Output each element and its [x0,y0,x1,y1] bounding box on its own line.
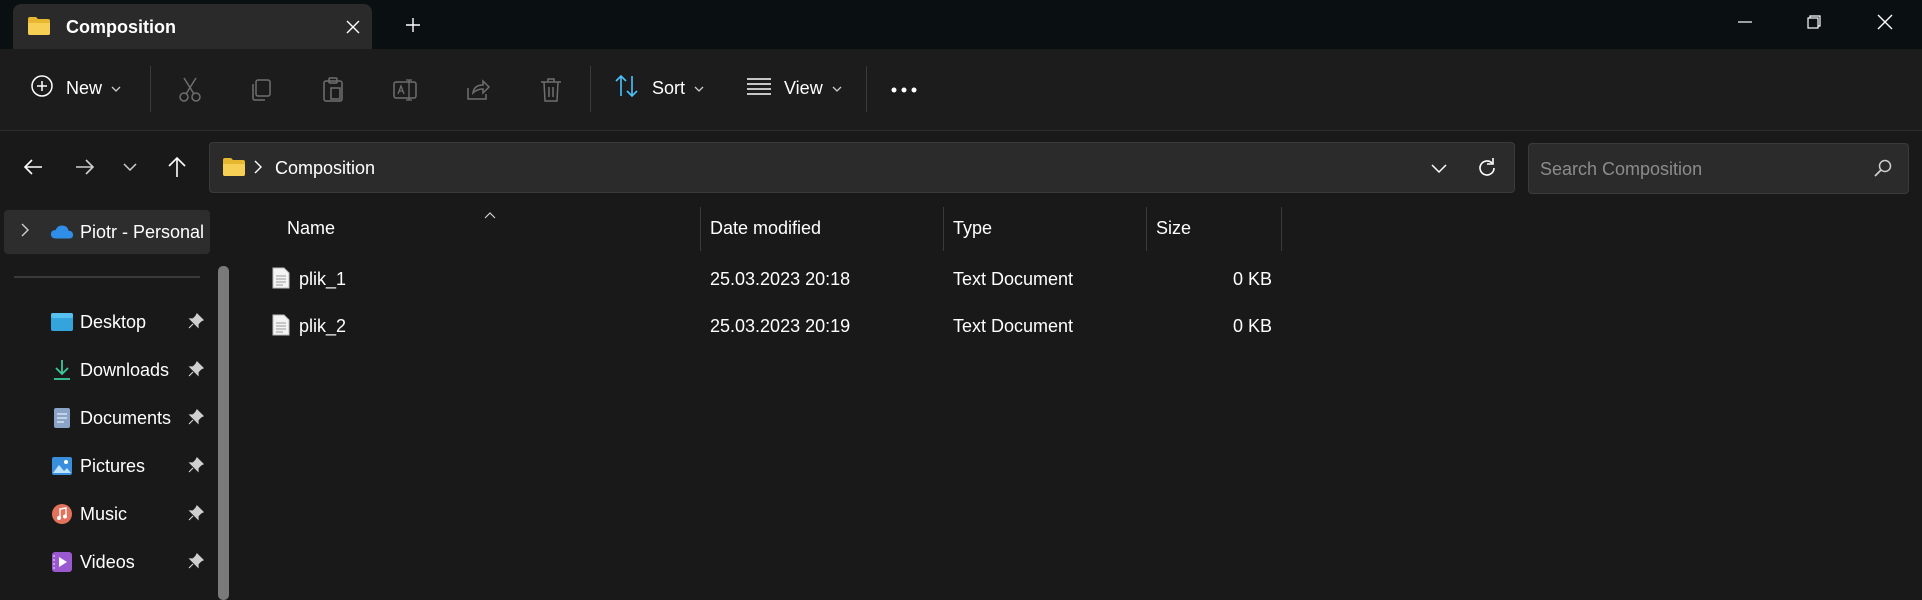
music-icon [50,503,74,525]
chevron-down-icon [694,79,704,97]
up-arrow-icon[interactable] [160,150,194,184]
add-circle-icon [30,74,54,103]
chevron-right-icon[interactable] [254,160,262,179]
sort-label: Sort [652,77,686,98]
sort-icon [614,74,640,103]
column-header-type[interactable]: Type [953,203,992,253]
file-type: Text Document [953,269,1074,289]
cloud-icon [50,221,74,243]
chevron-down-icon[interactable] [1426,157,1452,181]
file-name: plik_2 [299,316,347,336]
close-tab-icon[interactable] [339,15,367,39]
plus-icon[interactable] [398,12,428,38]
sort-ascending-icon [484,206,496,224]
desktop-icon [50,311,74,333]
command-bar: New Sort View [0,49,1922,131]
file-type: Text Document [953,316,1074,336]
file-row[interactable]: plik_1 25.03.2023 20:18 Text Document 0 … [240,257,1282,301]
more-icon[interactable] [889,76,919,104]
search-icon[interactable] [1874,159,1892,182]
videos-icon [50,551,74,573]
pin-icon[interactable] [188,360,205,382]
file-row[interactable]: plik_2 25.03.2023 20:19 Text Document 0 … [240,304,1282,348]
refresh-icon[interactable] [1474,155,1500,181]
file-name: plik_1 [299,269,347,289]
column-divider[interactable] [700,207,701,251]
sidebar-item-label: Music [80,503,128,524]
folder-icon [27,16,51,41]
sidebar-item-documents[interactable]: Documents [4,396,210,440]
sort-button[interactable]: Sort [614,67,704,109]
new-button[interactable]: New [30,67,121,109]
delete-icon[interactable] [536,76,566,104]
chevron-down-icon [111,79,121,97]
tab-composition[interactable]: Composition [13,4,372,49]
address-bar[interactable]: Composition [209,142,1515,193]
chevron-right-icon[interactable] [21,223,29,242]
file-size: 0 KB [1232,269,1272,289]
sidebar-item-label: Videos [80,551,135,572]
sidebar-scrollbar[interactable] [218,266,229,600]
sidebar-divider [14,276,200,278]
file-size: 0 KB [1232,316,1272,336]
recent-locations-icon[interactable] [113,150,147,184]
column-header-date[interactable]: Date modified [710,203,821,253]
copy-icon[interactable] [246,76,276,104]
share-icon[interactable] [463,76,493,104]
folder-icon [222,157,246,182]
sidebar-item-pictures[interactable]: Pictures [4,444,210,488]
sidebar-item-music[interactable]: Music [4,492,210,536]
pin-icon[interactable] [188,456,205,478]
sidebar-item-label: Downloads [80,359,170,380]
sidebar-item-videos[interactable]: Videos [4,540,210,584]
breadcrumb[interactable]: Composition [275,158,375,179]
search-input[interactable]: Search Composition [1528,143,1909,194]
column-divider[interactable] [1281,207,1282,251]
column-header-name[interactable]: Name [287,203,335,253]
address-row: Composition Search Composition [0,131,1922,203]
sidebar-item-desktop[interactable]: Desktop [4,300,210,344]
title-bar: Composition [0,0,1922,49]
sidebar-item-label: Piotr - Personal [80,221,205,242]
pictures-icon [50,455,74,477]
download-icon [50,359,74,381]
sidebar-item-onedrive[interactable]: Piotr - Personal [4,210,210,254]
column-header-size[interactable]: Size [1156,203,1191,253]
column-divider[interactable] [1146,207,1147,251]
navigation-pane: Piotr - Personal Desktop Downloads Docum… [0,203,232,600]
forward-arrow-icon[interactable] [68,150,102,184]
sidebar-item-label: Pictures [80,455,146,476]
sidebar-item-label: Desktop [80,311,147,332]
pin-icon[interactable] [188,408,205,430]
tab-title: Composition [66,17,176,37]
toolbar-divider [866,66,867,112]
toolbar-divider [150,66,151,112]
sidebar-item-downloads[interactable]: Downloads [4,348,210,392]
text-document-icon [272,314,290,341]
minimize-icon[interactable] [1710,0,1780,44]
file-date: 25.03.2023 20:18 [710,269,851,289]
cut-icon[interactable] [175,76,205,104]
paste-icon[interactable] [318,76,348,104]
pin-icon[interactable] [188,504,205,526]
file-date: 25.03.2023 20:19 [710,316,851,336]
rename-icon[interactable] [391,76,421,104]
view-list-icon [746,77,772,100]
file-list: Name Date modified Type Size plik_1 25.0… [240,203,1922,600]
pin-icon[interactable] [188,552,205,574]
search-placeholder: Search Composition [1540,159,1703,179]
documents-icon [50,407,74,429]
back-arrow-icon[interactable] [16,150,50,184]
chevron-down-icon [832,79,842,97]
view-label: View [784,77,823,98]
close-icon[interactable] [1850,0,1920,44]
view-button[interactable]: View [746,67,842,109]
restore-icon[interactable] [1779,0,1849,44]
pin-icon[interactable] [188,312,205,334]
sidebar-item-label: Documents [80,407,172,428]
new-label: New [66,77,103,98]
text-document-icon [272,267,290,294]
column-divider[interactable] [943,207,944,251]
toolbar-divider [590,66,591,112]
